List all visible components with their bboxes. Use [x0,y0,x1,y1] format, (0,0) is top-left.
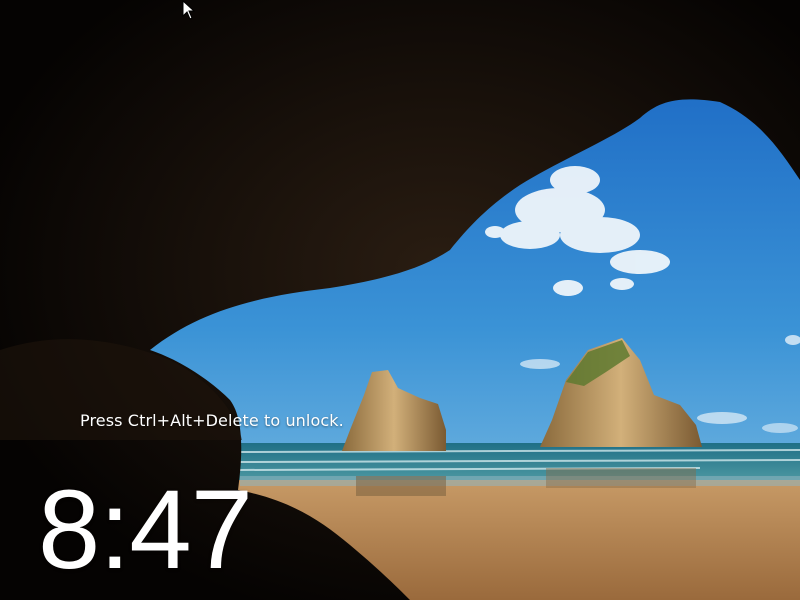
clock-time: 8:47 [38,467,253,592]
unlock-prompt: Press Ctrl+Alt+Delete to unlock. [80,411,344,430]
lock-screen[interactable]: Press Ctrl+Alt+Delete to unlock. 8:47 [0,0,800,600]
arrow-pointer-icon [182,0,196,20]
